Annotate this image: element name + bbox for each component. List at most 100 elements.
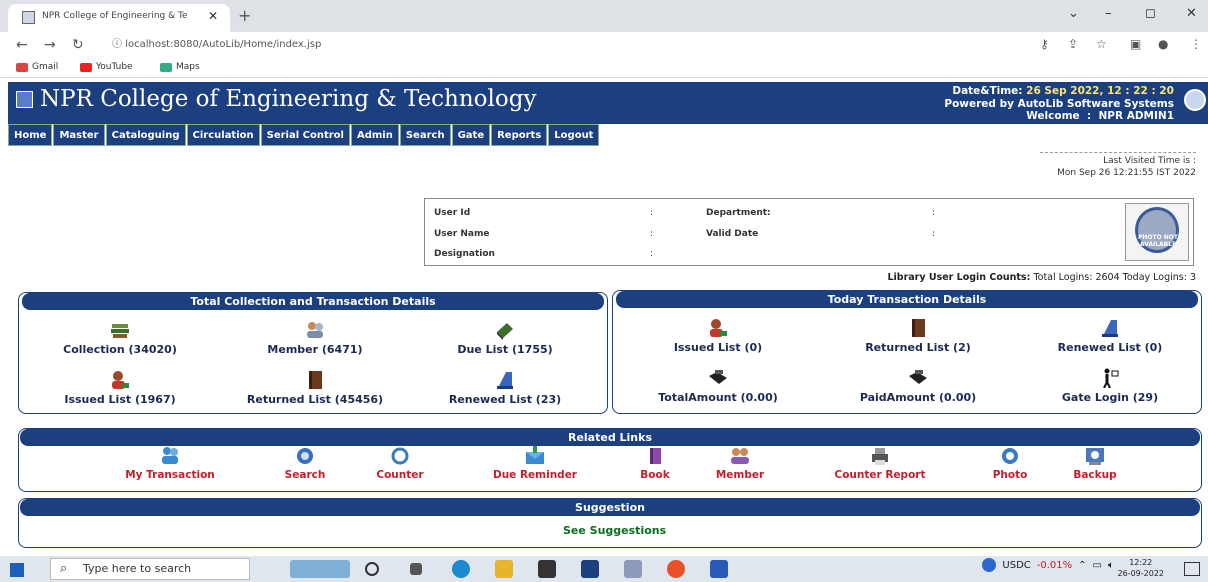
- sidepanel-icon[interactable]: ▣: [1130, 37, 1141, 51]
- issued-list-label: Issued List (1967): [64, 393, 176, 406]
- counter-report-label: Counter Report: [834, 469, 926, 481]
- total-amount-label: TotalAmount (0.00): [658, 391, 778, 404]
- book-icon: [497, 323, 513, 340]
- photo-icon: [1002, 448, 1018, 464]
- mail-app-icon[interactable]: [581, 560, 599, 578]
- collection-item[interactable]: Collection (34020): [40, 320, 200, 356]
- link-due-reminder[interactable]: Due Reminder: [470, 446, 600, 481]
- url-text: localhost:8080/AutoLib/Home/index.jsp: [125, 39, 322, 50]
- autolib-icon[interactable]: [1184, 89, 1206, 111]
- close-tab-icon[interactable]: ✕: [208, 9, 218, 23]
- info-icon: ⓘ: [112, 39, 126, 50]
- cortana-icon[interactable]: [365, 562, 379, 576]
- menu-admin[interactable]: Admin: [350, 124, 399, 146]
- see-suggestions-link[interactable]: See Suggestions: [563, 524, 666, 537]
- tray-chevron-icon[interactable]: ⌃: [1078, 560, 1086, 571]
- returned-list-item[interactable]: Returned List (45456): [235, 370, 395, 406]
- file-explorer-icon[interactable]: [495, 560, 513, 578]
- word-icon[interactable]: [710, 560, 728, 578]
- share-icon[interactable]: ⇪: [1068, 37, 1078, 51]
- renew-book-icon: [1102, 320, 1118, 337]
- reload-icon[interactable]: ↻: [72, 37, 84, 53]
- notification-icon[interactable]: [1184, 562, 1200, 576]
- menu-master[interactable]: Master: [53, 124, 105, 146]
- colon: :: [650, 208, 654, 218]
- today-renewed-item[interactable]: Renewed List (0): [1030, 318, 1190, 354]
- menu-kebab-icon[interactable]: ⋮: [1190, 37, 1202, 51]
- app-icon[interactable]: [624, 560, 642, 578]
- menu-serial-control[interactable]: Serial Control: [260, 124, 350, 146]
- taskbar-search[interactable]: Type here to search: [50, 558, 250, 580]
- photo-label: Photo: [992, 469, 1028, 481]
- taskview-icon[interactable]: [410, 563, 422, 575]
- back-icon[interactable]: ←: [16, 37, 28, 53]
- search-link-label: Search: [284, 469, 326, 481]
- issued-list-item[interactable]: Issued List (1967): [40, 370, 200, 406]
- link-book[interactable]: Book: [620, 446, 690, 481]
- search-icon: [297, 448, 313, 464]
- windows-start-icon[interactable]: [10, 563, 24, 577]
- bookmark-gmail[interactable]: Gmail: [16, 62, 58, 72]
- member-item[interactable]: Member (6471): [235, 320, 395, 356]
- ticker-change: -0.01%: [1036, 559, 1073, 571]
- link-my-transaction[interactable]: My Transaction: [100, 446, 240, 481]
- tab-search-icon[interactable]: ⌄: [1068, 6, 1079, 21]
- link-search[interactable]: Search: [260, 446, 350, 481]
- powered-by: Powered by AutoLib Software Systems: [944, 97, 1174, 110]
- returned-list-label: Returned List (45456): [246, 393, 384, 406]
- total-logins: Total Logins: 2604: [1033, 272, 1120, 283]
- bookmark-maps[interactable]: Maps: [160, 62, 200, 72]
- url-field[interactable]: ⓘ localhost:8080/AutoLib/Home/index.jsp: [100, 35, 1020, 55]
- chrome-icon[interactable]: [667, 560, 685, 578]
- new-tab-icon[interactable]: +: [238, 6, 251, 25]
- menu-logout[interactable]: Logout: [548, 124, 600, 146]
- related-links-title: Related Links: [20, 429, 1200, 446]
- link-backup[interactable]: Backup: [1060, 446, 1130, 481]
- volume-icon[interactable]: 🔈︎: [1108, 560, 1114, 571]
- welcome-user: NPR ADMIN1: [1098, 110, 1174, 122]
- bookmark-youtube[interactable]: YouTube: [80, 62, 133, 72]
- total-panel-title: Total Collection and Transaction Details: [22, 293, 604, 310]
- link-counter[interactable]: Counter: [360, 446, 440, 481]
- minimize-icon[interactable]: –: [1105, 6, 1112, 21]
- paid-amount-item[interactable]: PaidAmount (0.00): [838, 368, 998, 404]
- link-photo[interactable]: Photo: [975, 446, 1045, 481]
- store-icon[interactable]: [538, 560, 556, 578]
- due-list-item[interactable]: Due List (1755): [425, 320, 585, 356]
- today-returned-item[interactable]: Returned List (2): [838, 318, 998, 354]
- today-issued-item[interactable]: Issued List (0): [638, 318, 798, 354]
- today-panel-title: Today Transaction Details: [616, 291, 1198, 308]
- total-amount-item[interactable]: TotalAmount (0.00): [638, 368, 798, 404]
- browser-tab[interactable]: NPR College of Engineering & Te ✕: [8, 4, 230, 32]
- menu-reports[interactable]: Reports: [491, 124, 548, 146]
- taskbar-clock[interactable]: 12:22 26-09-2022: [1118, 557, 1165, 579]
- user-photo: PHOTO NOT AVAILABLE: [1125, 203, 1189, 261]
- menu-cataloguing[interactable]: Cataloguing: [105, 124, 186, 146]
- menu-gate[interactable]: Gate: [451, 124, 491, 146]
- department-label: Department:: [706, 208, 771, 218]
- forward-icon[interactable]: →: [44, 37, 56, 53]
- menu-home[interactable]: Home: [8, 124, 53, 146]
- renewed-list-label: Renewed List (23): [448, 393, 562, 406]
- welcome-label: Welcome: [1026, 110, 1080, 122]
- paid-amount-label: PaidAmount (0.00): [859, 391, 977, 404]
- renewed-list-item[interactable]: Renewed List (23): [425, 370, 585, 406]
- menu-circulation[interactable]: Circulation: [186, 124, 260, 146]
- edge-icon[interactable]: [452, 560, 470, 578]
- menu-search[interactable]: Search: [399, 124, 451, 146]
- link-counter-report[interactable]: Counter Report: [820, 446, 940, 481]
- returned-book-icon: [912, 319, 925, 337]
- network-icon[interactable]: ▭: [1093, 560, 1102, 571]
- gate-login-item[interactable]: Gate Login (29): [1030, 368, 1190, 404]
- close-window-icon[interactable]: ✕: [1186, 6, 1197, 21]
- news-widget-icon[interactable]: [290, 560, 350, 578]
- profile-icon[interactable]: ●: [1158, 37, 1168, 51]
- books-stack-icon: [111, 324, 129, 338]
- link-member[interactable]: Member: [700, 446, 780, 481]
- key-icon[interactable]: ⚷: [1040, 37, 1049, 51]
- maximize-icon[interactable]: ◻: [1145, 6, 1156, 21]
- bookmark-star-icon[interactable]: ☆: [1096, 37, 1107, 51]
- colon: :: [932, 229, 936, 239]
- user-info-box: [424, 198, 1194, 266]
- book-icon: [650, 448, 661, 464]
